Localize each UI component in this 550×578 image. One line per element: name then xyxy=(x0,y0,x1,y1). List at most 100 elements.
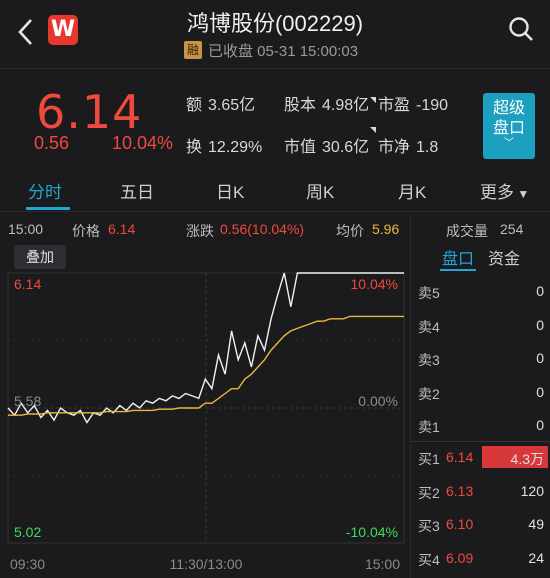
super-btn-line2: 盘口 xyxy=(492,120,525,137)
pb-stat: 市净 1.8 xyxy=(378,133,438,157)
book-level-label: 卖4 xyxy=(418,318,440,335)
book-level-qty: 0 xyxy=(536,383,544,400)
current-price: 6.14 xyxy=(36,85,143,139)
book-tabs: 盘口 资金 xyxy=(410,243,550,273)
back-arrow-icon xyxy=(18,19,32,45)
super-btn-line1: 超级 xyxy=(492,100,525,117)
y-tick-left: 6.14 xyxy=(14,276,41,292)
bid-row: 买1 6.14 4.3万 xyxy=(410,443,550,471)
amount-value: 3.65亿 xyxy=(208,97,256,114)
tab-intraday[interactable]: 分时 xyxy=(28,178,62,203)
tab-orderbook[interactable]: 盘口 xyxy=(442,245,474,269)
market-status-row: 融 已收盘 05-31 15:00:03 xyxy=(184,40,358,60)
tab-monthly-k[interactable]: 月K xyxy=(398,178,426,203)
turnover-stat: 换 12.29% xyxy=(186,133,262,157)
amount-label: 额 xyxy=(186,97,203,114)
x-tick: 15:00 xyxy=(365,556,400,572)
tab-five-day[interactable]: 五日 xyxy=(120,178,154,203)
amount-stat: 额 3.65亿 xyxy=(186,91,255,115)
capital-label: 股本 xyxy=(284,97,317,114)
y-tick-left: 5.02 xyxy=(14,524,41,540)
corner-tick-icon xyxy=(370,127,376,133)
info-vol-value: 254 xyxy=(500,221,524,237)
market-status: 已收盘 05-31 15:00:03 xyxy=(208,42,359,60)
book-level-qty: 120 xyxy=(520,482,544,499)
price-change: 0.56 xyxy=(34,133,70,153)
ask-row: 卖5 0 xyxy=(410,277,550,305)
book-level-qty: 0 xyxy=(536,316,544,333)
info-price-value: 6.14 xyxy=(108,221,136,237)
pe-label: 市盈 xyxy=(378,97,411,114)
top-bar: W 鸿博股份(002229) 融 已收盘 05-31 15:00:03 xyxy=(0,0,550,68)
corner-tick-icon xyxy=(370,97,376,103)
book-tab-indicator xyxy=(440,269,476,271)
pb-label: 市净 xyxy=(378,139,411,156)
turnover-value: 12.29% xyxy=(208,139,263,156)
quote-panel: 6.14 0.56 10.04% 额 3.65亿 股本 4.98亿 市盈 -190 换… xyxy=(0,68,550,168)
ask-row: 卖1 0 xyxy=(410,411,550,439)
book-level-label: 卖1 xyxy=(418,419,440,435)
tab-daily-k[interactable]: 日K xyxy=(216,178,244,203)
book-separator xyxy=(410,213,411,578)
pe-stat: 市盈 -190 xyxy=(378,91,448,115)
tab-active-indicator xyxy=(26,207,70,210)
info-chg-label: 涨跌 xyxy=(186,223,214,239)
info-avg-value: 5.96 xyxy=(372,221,400,237)
book-level-qty: 49 xyxy=(528,516,544,532)
bid-row: 买2 6.13 120 xyxy=(410,477,550,505)
info-avg-label: 均价 xyxy=(336,223,364,239)
x-tick: 11:30/13:00 xyxy=(170,556,243,572)
tab-more-label: 更多 xyxy=(480,183,514,202)
capital-stat: 股本 4.98亿 xyxy=(284,91,369,115)
book-level-qty: 0 xyxy=(536,417,544,433)
book-level-price: 6.13 xyxy=(446,482,474,499)
pe-value: -190 xyxy=(416,97,449,114)
info-price-label: 价格 xyxy=(72,223,100,239)
intraday-chart[interactable]: 6.14 5.58 5.02 10.04% 0.00% -10.04% 09:30 11:30… xyxy=(0,243,410,578)
book-level-qty: 24 xyxy=(528,549,544,566)
book-level-label: 买4 xyxy=(418,551,440,568)
tab-weekly-k[interactable]: 周K xyxy=(306,178,334,203)
mktcap-label: 市值 xyxy=(284,139,317,156)
chevron-down-icon: ﹀ xyxy=(504,138,514,149)
overlay-button[interactable]: 叠加 xyxy=(14,245,66,269)
book-level-label: 卖5 xyxy=(418,285,440,301)
x-tick: 09:30 xyxy=(10,556,45,572)
info-time: 15:00 xyxy=(8,221,44,237)
info-chg-value: 0.56(10.04%) xyxy=(220,221,305,237)
ask-row: 卖2 0 xyxy=(410,378,550,406)
info-vol-label: 成交量 xyxy=(446,223,488,239)
chart-tabs: 分时 五日 日K 周K 月K 更多 ▼ xyxy=(0,168,550,212)
book-level-price: 6.14 xyxy=(446,449,474,465)
y-tick-right: 0.00% xyxy=(358,393,398,409)
book-divider xyxy=(410,441,550,442)
tab-capital-flow[interactable]: 资金 xyxy=(488,245,520,269)
mktcap-value: 30.6亿 xyxy=(322,139,370,156)
book-level-label: 卖2 xyxy=(418,385,440,402)
y-tick-left: 5.58 xyxy=(14,393,41,409)
pb-value: 1.8 xyxy=(416,139,439,156)
order-book: 盘口 资金 卖5 0 卖4 0 卖3 0 卖2 0 卖1 0 买1 6.14 4.3万买2 6.13 120… xyxy=(410,213,550,578)
book-level-label: 买3 xyxy=(418,518,440,534)
book-level-label: 卖3 xyxy=(418,352,440,368)
y-tick-right: 10.04% xyxy=(351,276,398,292)
search-button[interactable] xyxy=(506,14,536,44)
book-level-label: 买1 xyxy=(418,451,440,467)
book-level-qty: 0 xyxy=(536,283,544,299)
book-level-qty: 4.3万 xyxy=(510,451,544,467)
turnover-label: 换 xyxy=(186,139,203,156)
price-change-percent: 10.04% xyxy=(112,133,174,153)
book-level-qty: 0 xyxy=(536,350,544,366)
bid-row: 买4 6.09 24 xyxy=(410,544,550,572)
ask-row: 卖3 0 xyxy=(410,344,550,372)
tab-more[interactable]: 更多 ▼ xyxy=(480,178,529,203)
super-orderbook-button[interactable]: 超级 盘口 ﹀ xyxy=(483,93,535,159)
book-level-label: 买2 xyxy=(418,484,440,501)
intraday-chart-svg: 6.14 5.58 5.02 10.04% 0.00% -10.04% 09:30 11:30… xyxy=(7,272,405,572)
crosshair-info-row: 15:00 价格 6.14 涨跌 0.56(10.04%) 均价 5.96 成交… xyxy=(0,213,550,243)
back-button[interactable] xyxy=(14,14,38,50)
capital-value: 4.98亿 xyxy=(322,97,370,114)
ask-row: 卖4 0 xyxy=(410,311,550,339)
book-level-price: 6.10 xyxy=(446,516,474,532)
mktcap-stat: 市值 30.6亿 xyxy=(284,133,369,157)
